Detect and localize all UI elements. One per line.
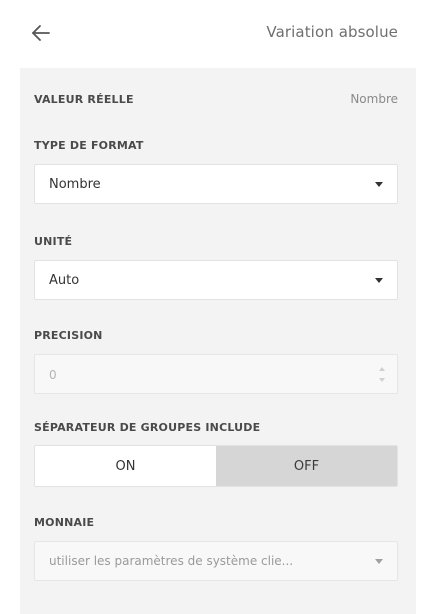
toggle-off-button[interactable]: OFF — [216, 446, 397, 486]
precision-label: PRECISION — [34, 329, 103, 342]
format-type-label: TYPE DE FORMAT — [34, 139, 144, 152]
spin-up-icon — [379, 367, 385, 371]
chevron-down-icon — [375, 182, 383, 187]
real-value-label: VALEUR RÉELLE — [34, 93, 134, 106]
precision-stepper: 0 — [34, 354, 398, 394]
currency-label: MONNAIE — [34, 516, 95, 529]
format-type-value: Nombre — [49, 177, 101, 192]
group-separator-toggle: ON OFF — [34, 445, 398, 487]
chevron-down-icon — [375, 559, 383, 564]
real-value-type: Nombre — [350, 92, 398, 106]
arrow-left-icon[interactable] — [30, 22, 52, 44]
unit-select[interactable]: Auto — [34, 260, 398, 300]
format-type-select[interactable]: Nombre — [34, 164, 398, 204]
panel-header: Variation absolue — [0, 0, 424, 68]
currency-select: utiliser les paramètres de système clie.… — [34, 541, 398, 581]
currency-value: utiliser les paramètres de système clie.… — [49, 554, 294, 568]
precision-value: 0 — [49, 368, 57, 382]
unit-value: Auto — [49, 273, 80, 288]
chevron-down-icon — [375, 278, 383, 283]
spin-down-icon — [379, 378, 385, 382]
toggle-on-button[interactable]: ON — [35, 446, 216, 486]
unit-label: UNITÉ — [34, 235, 73, 248]
page-title: Variation absolue — [266, 23, 398, 41]
group-separator-label: SÉPARATEUR DE GROUPES INCLUDE — [34, 421, 261, 434]
